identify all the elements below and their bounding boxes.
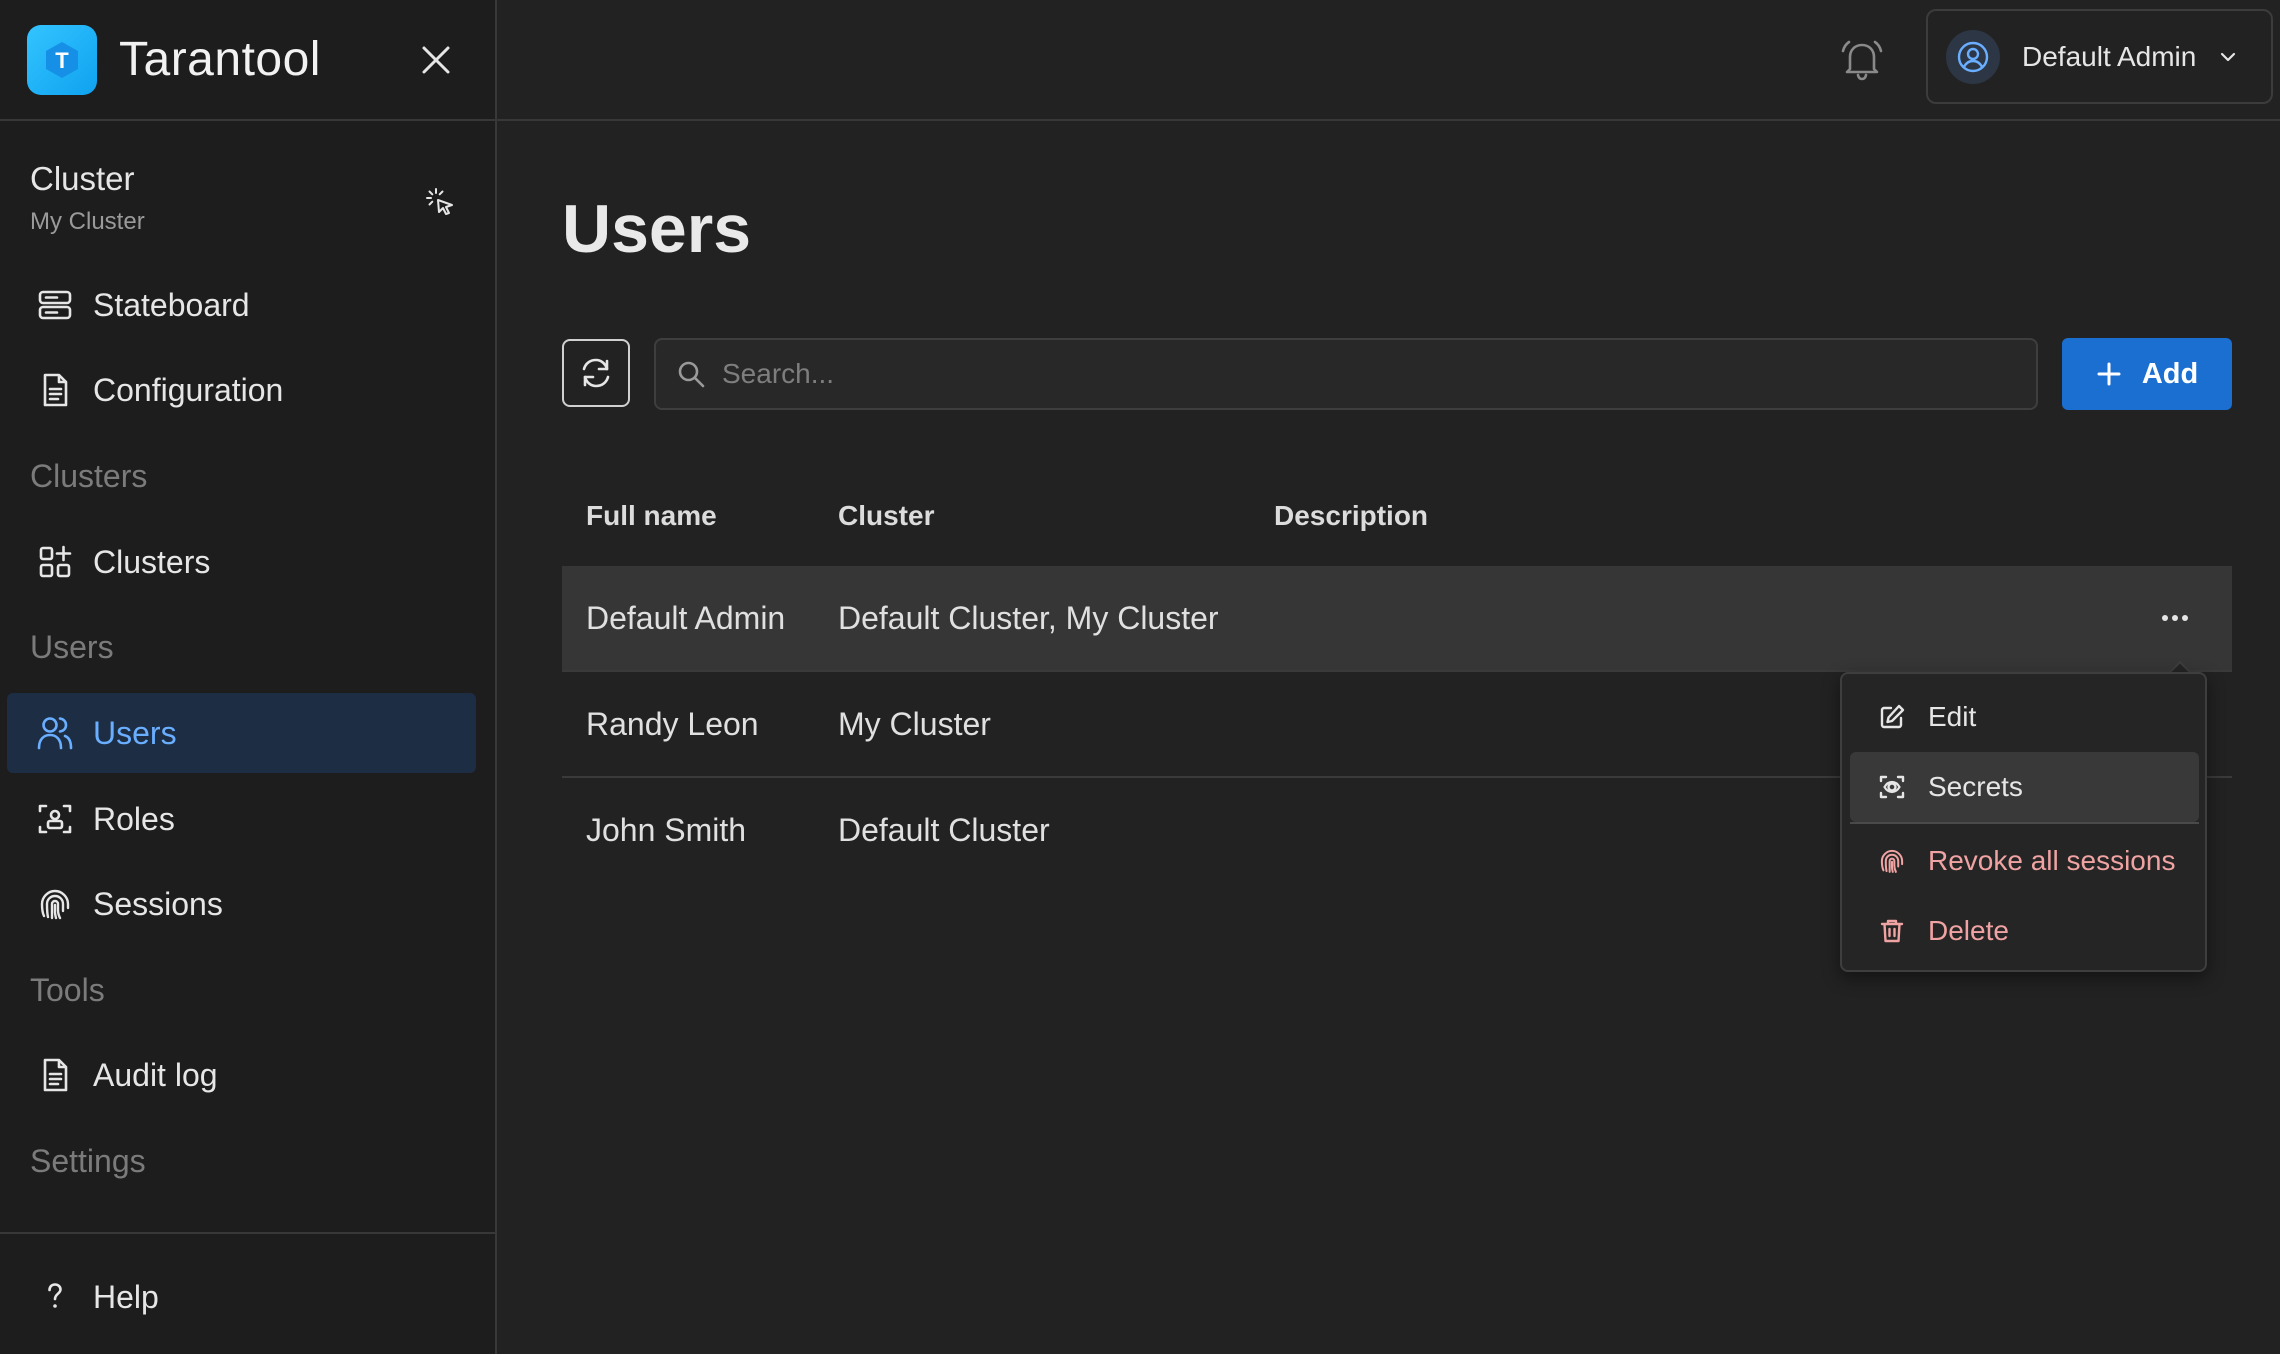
plus-icon [2096, 361, 2122, 387]
menu-divider [1850, 822, 2199, 824]
badge-icon [31, 795, 79, 843]
row-actions-menu: Edit Secrets Revoke all sessions Delete [1840, 672, 2207, 972]
svg-text:T: T [55, 48, 69, 73]
row-actions-button[interactable] [2152, 598, 2198, 638]
search-input[interactable] [722, 358, 1972, 390]
search-box [654, 338, 2038, 410]
section-label-settings: Settings [30, 1143, 146, 1179]
sidebar-item-stateboard[interactable]: Stateboard [7, 265, 476, 345]
fingerprint-icon [31, 880, 79, 928]
scan-icon [1876, 771, 1908, 803]
section-label-users: Users [30, 629, 114, 665]
question-icon [31, 1273, 79, 1321]
cluster-switch-button[interactable] [418, 180, 462, 224]
sidebar-item-configuration[interactable]: Configuration [7, 350, 476, 430]
sidebar-item-clusters[interactable]: Clusters [7, 522, 476, 602]
column-header-cluster[interactable]: Cluster [838, 500, 934, 532]
cell-cluster: Default Cluster [838, 812, 1050, 848]
edit-icon [1876, 701, 1908, 733]
top-bar: Default Admin [497, 0, 2280, 121]
sidebar-item-label: Help [93, 1278, 159, 1315]
menu-item-delete[interactable]: Delete [1850, 896, 2199, 966]
cluster-name: My Cluster [30, 208, 145, 235]
cluster-label: Cluster [30, 160, 135, 197]
document-icon [31, 366, 79, 414]
user-menu-button[interactable]: Default Admin [1926, 9, 2273, 104]
cell-cluster: Default Cluster, My Cluster [838, 600, 1219, 636]
refresh-icon [582, 358, 610, 388]
user-name: Default Admin [2022, 40, 2197, 72]
column-header-full-name[interactable]: Full name [586, 500, 717, 532]
cluster-selector: Cluster My Cluster [30, 160, 470, 244]
menu-item-label: Edit [1928, 701, 1977, 732]
app-root: T Tarantool Cluster My Cluster Stateboar… [0, 0, 2280, 1354]
cell-full-name: Default Admin [586, 600, 786, 636]
column-header-description[interactable]: Description [1274, 500, 1428, 532]
menu-item-secrets[interactable]: Secrets [1850, 752, 2199, 822]
cursor-click-icon [426, 188, 453, 215]
bell-icon [1841, 40, 1883, 81]
sidebar-item-help[interactable]: Help [7, 1257, 476, 1337]
server-icon [31, 281, 79, 329]
add-button-label: Add [2141, 357, 2199, 390]
cell-full-name: Randy Leon [586, 706, 759, 742]
section-label-tools: Tools [30, 972, 105, 1008]
avatar [1946, 29, 2000, 84]
user-circle-icon [1957, 41, 1989, 72]
notifications-button[interactable] [1832, 30, 1892, 90]
more-horizontal-icon [2162, 615, 2188, 621]
menu-item-label: Delete [1928, 915, 2009, 946]
sidebar-item-roles[interactable]: Roles [7, 779, 476, 859]
document-icon [31, 1051, 79, 1099]
sidebar-item-label: Sessions [93, 885, 223, 922]
add-user-button[interactable]: Add [2062, 338, 2232, 410]
sidebar-item-label: Users [93, 714, 177, 751]
close-sidebar-button[interactable] [414, 38, 458, 82]
sidebar-item-sessions[interactable]: Sessions [7, 864, 476, 944]
menu-item-revoke-sessions[interactable]: Revoke all sessions [1850, 826, 2199, 896]
sidebar-item-label: Stateboard [93, 286, 250, 323]
trash-icon [1876, 915, 1908, 947]
sidebar-item-label: Roles [93, 800, 175, 837]
cell-full-name: John Smith [586, 812, 747, 848]
menu-item-label: Revoke all sessions [1928, 845, 2176, 876]
fingerprint-icon [1876, 845, 1908, 877]
sidebar-item-label: Audit log [93, 1056, 218, 1093]
menu-item-edit[interactable]: Edit [1850, 682, 2199, 752]
brand-header: T Tarantool [0, 0, 495, 121]
page-title: Users [562, 191, 752, 267]
sidebar-item-users[interactable]: Users [7, 693, 476, 773]
tarantool-logo: T [27, 24, 97, 95]
search-icon [678, 361, 705, 388]
sidebar-item-audit-log[interactable]: Audit log [7, 1035, 476, 1115]
close-icon [422, 46, 450, 74]
section-label-clusters: Clusters [30, 458, 148, 494]
app-name: Tarantool [119, 33, 321, 86]
cell-cluster: My Cluster [838, 706, 991, 742]
users-icon [31, 709, 79, 757]
sidebar-divider [0, 1232, 495, 1234]
sidebar-item-label: Configuration [93, 371, 284, 408]
grid-plus-icon [31, 538, 79, 586]
table-row[interactable]: Default Admin Default Cluster, My Cluste… [562, 566, 2232, 672]
sidebar: T Tarantool Cluster My Cluster Stateboar… [0, 0, 497, 1354]
chevron-down-icon [2218, 47, 2238, 67]
sidebar-item-label: Clusters [93, 543, 211, 580]
menu-item-label: Secrets [1928, 771, 2023, 802]
refresh-button[interactable] [562, 339, 630, 407]
